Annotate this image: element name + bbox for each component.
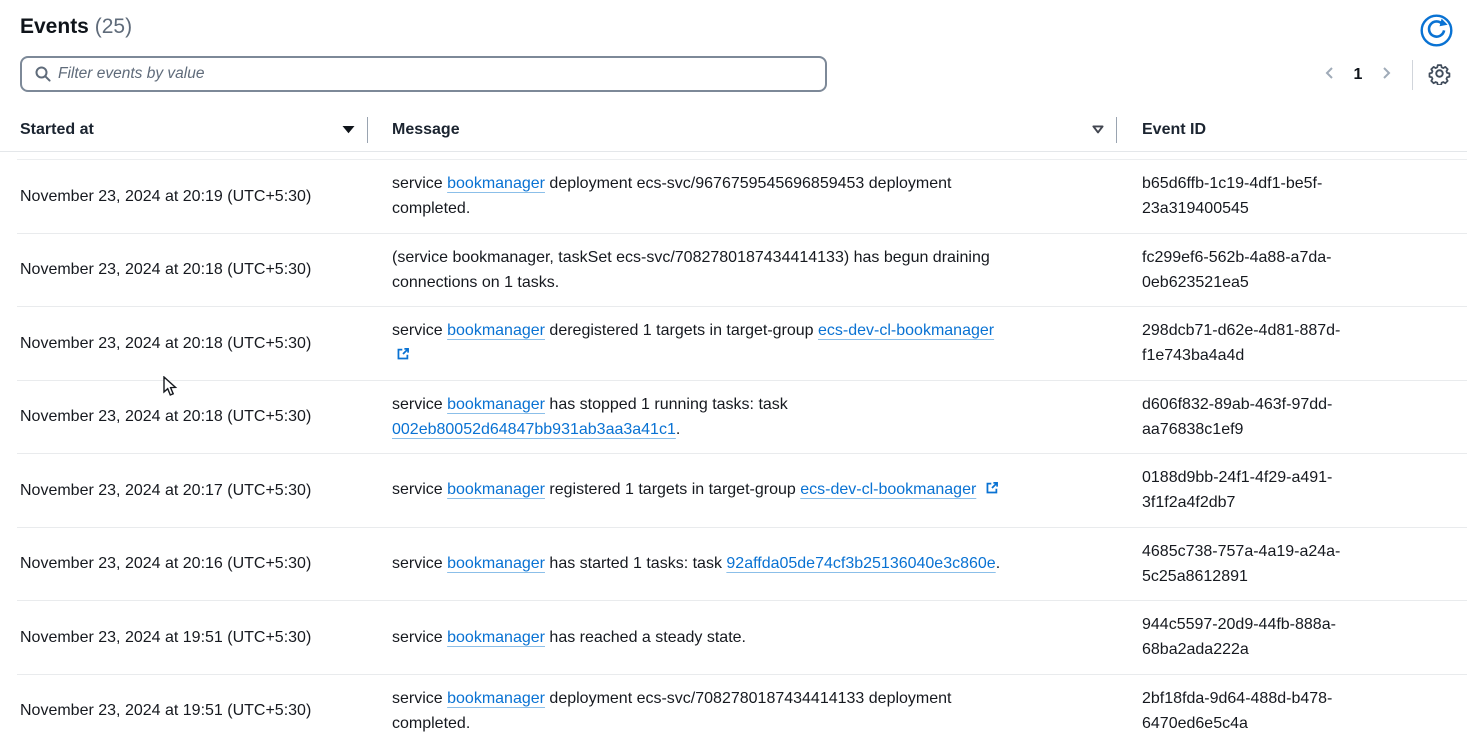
message-cell: (service bookmanager, taskSet ecs-svc/70… — [368, 245, 1117, 295]
table-body: November 23, 2024 at 20:19 (UTC+5:30) se… — [0, 160, 1467, 743]
refresh-button[interactable] — [1420, 14, 1453, 47]
event-id-cell: 944c5597-20d9-44fb-888a-68ba2ada222a — [1117, 612, 1467, 662]
message-link[interactable]: bookmanager — [447, 690, 545, 707]
event-id-cell: 298dcb71-d62e-4d81-887d-f1e743ba4a4d — [1117, 318, 1467, 368]
next-page-button[interactable] — [1372, 61, 1400, 89]
message-link[interactable]: bookmanager — [447, 396, 545, 413]
current-page-number[interactable]: 1 — [1344, 66, 1372, 84]
started-at-cell: November 23, 2024 at 20:18 (UTC+5:30) — [17, 404, 368, 429]
scrolled-row-sliver — [17, 152, 1467, 160]
event-id-cell: b65d6ffb-1c19-4df1-be5f-23a319400545 — [1117, 171, 1467, 221]
event-id-cell: 0188d9bb-24f1-4f29-a491-3f1f2a4f2db7 — [1117, 465, 1467, 515]
message-link[interactable]: bookmanager — [447, 322, 545, 339]
external-link-icon — [396, 348, 410, 365]
table-row: November 23, 2024 at 20:16 (UTC+5:30) se… — [17, 528, 1467, 602]
started-at-cell: November 23, 2024 at 20:18 (UTC+5:30) — [17, 257, 368, 282]
message-link[interactable]: bookmanager — [447, 481, 545, 498]
table-row: November 23, 2024 at 19:51 (UTC+5:30) se… — [17, 601, 1467, 675]
refresh-icon — [1420, 35, 1453, 50]
event-id-text: 0188d9bb-24f1-4f29-a491-3f1f2a4f2db7 — [1142, 465, 1357, 515]
message-link[interactable]: ecs-dev-cl-bookmanager — [818, 322, 994, 339]
message-link[interactable]: ecs-dev-cl-bookmanager — [800, 481, 976, 498]
column-header-event-id: Event ID — [1117, 108, 1467, 151]
message-text: service bookmanager deployment ecs-svc/9… — [392, 171, 1004, 221]
event-id-text: b65d6ffb-1c19-4df1-be5f-23a319400545 — [1142, 171, 1357, 221]
table-row: November 23, 2024 at 20:19 (UTC+5:30) se… — [17, 160, 1467, 234]
message-cell: service bookmanager deployment ecs-svc/9… — [368, 171, 1117, 221]
message-text: service bookmanager deregistered 1 targe… — [392, 318, 1004, 369]
event-id-text: 944c5597-20d9-44fb-888a-68ba2ada222a — [1142, 612, 1357, 662]
event-id-text: d606f832-89ab-463f-97dd-aa76838c1ef9 — [1142, 392, 1357, 442]
message-text: service bookmanager has stopped 1 runnin… — [392, 392, 1004, 442]
message-text: (service bookmanager, taskSet ecs-svc/70… — [392, 245, 1004, 295]
event-id-text: 2bf18fda-9d64-488d-b478-6470ed6e5c4a — [1142, 686, 1357, 736]
message-cell: service bookmanager has started 1 tasks:… — [368, 551, 1117, 576]
message-link[interactable]: bookmanager — [447, 629, 545, 646]
toolbar: 1 — [0, 56, 1467, 93]
column-header-message[interactable]: Message — [368, 108, 1117, 151]
event-id-cell: d606f832-89ab-463f-97dd-aa76838c1ef9 — [1117, 392, 1467, 442]
sort-descending-icon[interactable] — [342, 125, 355, 134]
column-label: Message — [392, 121, 460, 139]
message-cell: service bookmanager deregistered 1 targe… — [368, 318, 1117, 369]
event-id-cell: fc299ef6-562b-4a88-a7da-0eb623521ea5 — [1117, 245, 1467, 295]
table-row: November 23, 2024 at 20:17 (UTC+5:30) se… — [17, 454, 1467, 528]
message-text: service bookmanager has started 1 tasks:… — [392, 551, 1000, 576]
started-at-cell: November 23, 2024 at 19:51 (UTC+5:30) — [17, 625, 368, 650]
sort-outline-icon[interactable] — [1092, 125, 1104, 134]
message-cell: service bookmanager deployment ecs-svc/7… — [368, 686, 1117, 736]
event-id-text: 298dcb71-d62e-4d81-887d-f1e743ba4a4d — [1142, 318, 1357, 368]
message-cell: service bookmanager has stopped 1 runnin… — [368, 392, 1117, 442]
toolbar-divider — [1412, 60, 1413, 90]
started-at-cell: November 23, 2024 at 20:19 (UTC+5:30) — [17, 184, 368, 209]
filter-box — [20, 56, 827, 92]
started-at-cell: November 23, 2024 at 20:17 (UTC+5:30) — [17, 478, 368, 503]
message-cell: service bookmanager registered 1 targets… — [368, 477, 1117, 503]
event-id-cell: 4685c738-757a-4a19-a24a-5c25a8612891 — [1117, 539, 1467, 589]
started-at-cell: November 23, 2024 at 20:16 (UTC+5:30) — [17, 551, 368, 576]
table-row: November 23, 2024 at 20:18 (UTC+5:30) se… — [17, 381, 1467, 455]
external-link-icon — [985, 482, 999, 499]
gear-icon — [1428, 62, 1451, 88]
table-row: November 23, 2024 at 20:18 (UTC+5:30) (s… — [17, 234, 1467, 308]
page-title: Events (25) — [20, 15, 132, 38]
column-label: Started at — [20, 121, 94, 139]
message-link[interactable]: bookmanager — [447, 555, 545, 572]
events-table: Started at Message Event ID November 23,… — [0, 108, 1467, 743]
message-link[interactable]: bookmanager — [447, 175, 545, 192]
previous-page-button[interactable] — [1316, 61, 1344, 89]
page-title-text: Events — [20, 15, 89, 38]
message-text: service bookmanager deployment ecs-svc/7… — [392, 686, 1004, 736]
table-row: November 23, 2024 at 19:51 (UTC+5:30) se… — [17, 675, 1467, 743]
started-at-cell: November 23, 2024 at 20:18 (UTC+5:30) — [17, 331, 368, 356]
pagination-cluster: 1 — [1316, 56, 1455, 93]
chevron-right-icon — [1378, 65, 1394, 84]
event-id-text: fc299ef6-562b-4a88-a7da-0eb623521ea5 — [1142, 245, 1357, 295]
event-id-cell: 2bf18fda-9d64-488d-b478-6470ed6e5c4a — [1117, 686, 1467, 736]
message-cell: service bookmanager has reached a steady… — [368, 625, 1117, 650]
filter-events-input[interactable] — [58, 58, 825, 90]
chevron-left-icon — [1322, 65, 1338, 84]
column-header-started-at[interactable]: Started at — [17, 108, 368, 151]
table-row: November 23, 2024 at 20:18 (UTC+5:30) se… — [17, 307, 1467, 381]
search-icon — [34, 65, 52, 83]
message-text: service bookmanager registered 1 targets… — [392, 477, 999, 503]
page-header: Events (25) — [0, 0, 1467, 39]
message-link[interactable]: 92affda05de74cf3b25136040e3c860e — [726, 555, 995, 572]
message-text: service bookmanager has reached a steady… — [392, 625, 746, 650]
started-at-cell: November 23, 2024 at 19:51 (UTC+5:30) — [17, 698, 368, 723]
settings-button[interactable] — [1423, 59, 1455, 91]
table-header-row: Started at Message Event ID — [0, 108, 1467, 152]
page-count: (25) — [95, 15, 132, 38]
column-label: Event ID — [1142, 121, 1206, 139]
event-id-text: 4685c738-757a-4a19-a24a-5c25a8612891 — [1142, 539, 1357, 589]
message-link[interactable]: 002eb80052d64847bb931ab3aa3a41c1 — [392, 421, 676, 438]
